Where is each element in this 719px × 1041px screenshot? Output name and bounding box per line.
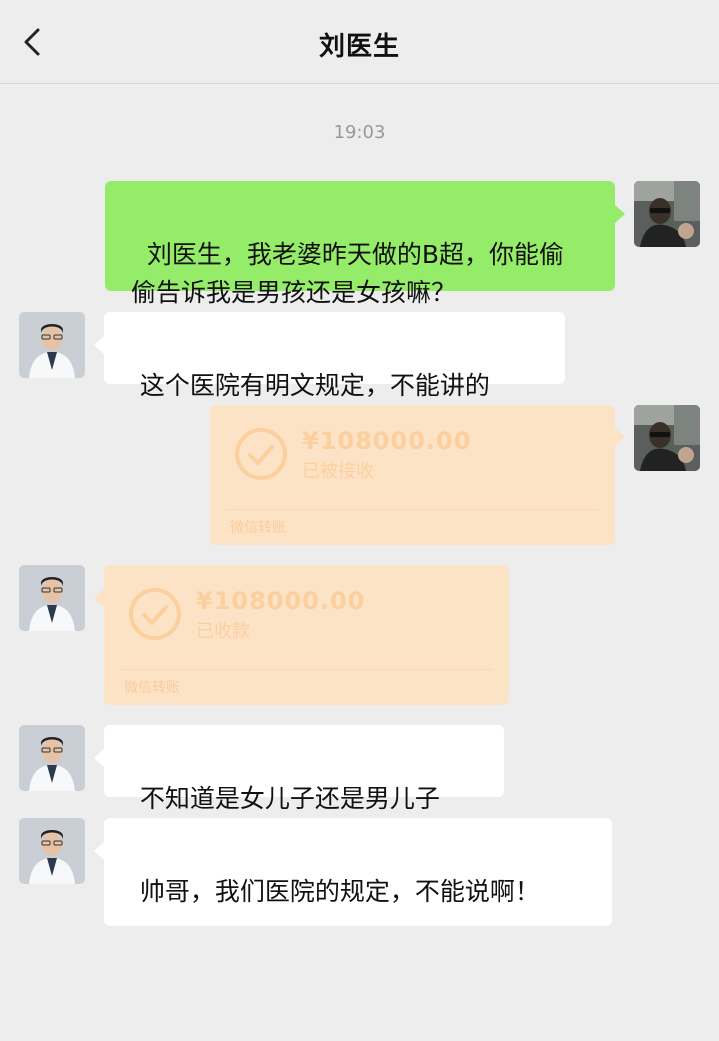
transfer-amount: ¥108000.00	[302, 427, 472, 455]
doctor-avatar[interactable]	[19, 818, 85, 884]
transfer-card-incoming[interactable]: ¥108000.00 已收款 微信转账	[104, 565, 509, 705]
doctor-avatar[interactable]	[19, 312, 85, 378]
doctor-avatar-image	[19, 565, 85, 631]
message-timestamp: 19:03	[333, 122, 386, 143]
doctor-avatar[interactable]	[19, 565, 85, 631]
transfer-amount: ¥108000.00	[196, 587, 366, 615]
transfer-divider	[120, 669, 493, 670]
doctor-avatar[interactable]	[19, 725, 85, 791]
self-avatar[interactable]	[634, 405, 700, 471]
doctor-avatar-image	[19, 818, 85, 884]
message-text: 刘医生，我老婆昨天做的B超，你能偷偷告诉我是男孩还是女孩嘛？	[131, 240, 565, 307]
message-bubble-incoming[interactable]: 不知道是女儿子还是男儿子	[104, 725, 504, 813]
check-circle-icon	[129, 588, 181, 640]
transfer-card-outgoing[interactable]: ¥108000.00 已被接收 微信转账	[210, 405, 615, 545]
self-avatar[interactable]	[634, 181, 700, 247]
doctor-avatar-image	[19, 312, 85, 378]
message-text: 不知道是女儿子还是男儿子	[139, 784, 440, 813]
transfer-status: 已被接收	[302, 461, 374, 482]
transfer-status: 已收款	[196, 621, 250, 642]
message-bubble-incoming[interactable]: 这个医院有明文规定，不能讲的	[104, 312, 565, 400]
transfer-label: 微信转账	[230, 520, 286, 536]
chat-title: 刘医生	[318, 32, 400, 62]
user-avatar-image	[634, 405, 700, 471]
bubble-tail	[615, 428, 625, 446]
user-avatar-image	[634, 181, 700, 247]
bubble-tail	[94, 336, 104, 354]
transfer-divider	[226, 509, 599, 510]
bubble-tail	[615, 205, 625, 223]
message-text: 这个医院有明文规定，不能讲的	[139, 371, 490, 400]
bubble-tail	[94, 842, 104, 860]
message-bubble-incoming[interactable]: 帅哥，我们医院的规定，不能说啊！	[104, 818, 612, 926]
check-circle-icon	[235, 428, 287, 480]
doctor-avatar-image	[19, 725, 85, 791]
message-text: 帅哥，我们医院的规定，不能说啊！	[139, 877, 540, 906]
bubble-tail	[94, 749, 104, 767]
message-bubble-outgoing[interactable]: 刘医生，我老婆昨天做的B超，你能偷偷告诉我是男孩还是女孩嘛？	[105, 181, 615, 307]
transfer-label: 微信转账	[124, 680, 180, 696]
bubble-tail	[94, 589, 104, 607]
chat-header: 刘医生	[0, 0, 719, 84]
